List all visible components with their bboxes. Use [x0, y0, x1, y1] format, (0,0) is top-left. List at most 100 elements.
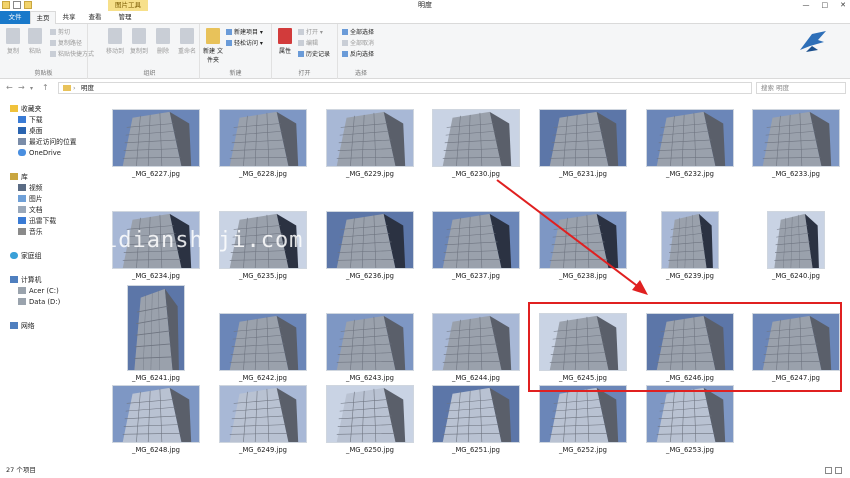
up-icon[interactable]: ↑ — [42, 83, 49, 92]
delete-button[interactable]: 删除 — [152, 28, 174, 55]
nav-thunder-downloads[interactable]: 迅雷下载 — [18, 216, 56, 226]
file-item[interactable]: _MG_6248.jpg — [106, 385, 206, 460]
image-thumbnail — [646, 385, 734, 443]
file-item[interactable]: _MG_6243.jpg — [320, 286, 420, 388]
select-all-icon — [342, 29, 348, 35]
nav-computer[interactable]: 计算机 — [10, 275, 41, 285]
easy-access-button[interactable]: 轻松访问 ▾ — [226, 39, 263, 48]
properties-button[interactable]: 属性 — [274, 28, 296, 55]
music-icon — [18, 228, 26, 235]
invert-selection-button[interactable]: 反向选择 — [342, 50, 374, 59]
move-to-button[interactable]: 移动到 — [104, 28, 126, 55]
image-thumbnail — [127, 285, 185, 371]
forward-icon[interactable]: → — [18, 83, 25, 92]
nav-desktop[interactable]: 桌面 — [18, 126, 43, 136]
image-thumbnail — [432, 211, 520, 269]
file-item[interactable]: _MG_6227.jpg — [106, 98, 206, 184]
nav-videos[interactable]: 视频 — [18, 183, 43, 193]
select-all-button[interactable]: 全部选择 — [342, 28, 374, 37]
image-thumbnail — [432, 313, 520, 371]
new-group: 新建 文件夹 新建项目 ▾ 轻松访问 ▾ 新建 — [200, 24, 272, 79]
recent-places-icon — [18, 138, 26, 145]
image-thumbnail — [646, 109, 734, 167]
picture-tools-tab[interactable]: 图片工具 — [108, 0, 148, 11]
file-item[interactable]: _MG_6229.jpg — [320, 98, 420, 184]
minimize-icon[interactable]: — — [803, 0, 810, 10]
recent-dropdown-icon[interactable]: ▾ — [30, 85, 33, 92]
file-item[interactable]: _MG_6238.jpg — [533, 184, 633, 286]
nav-homegroup[interactable]: 家庭组 — [10, 251, 41, 261]
file-name: _MG_6231.jpg — [559, 170, 607, 178]
back-icon[interactable]: ← — [6, 83, 13, 92]
file-item[interactable]: _MG_6240.jpg — [746, 184, 846, 286]
file-item[interactable]: _MG_6237.jpg — [426, 184, 526, 286]
nav-drive-d[interactable]: Data (D:) — [18, 297, 60, 307]
select-none-icon — [342, 40, 348, 46]
open-icon — [298, 29, 304, 35]
large-icons-view-icon[interactable] — [835, 467, 842, 474]
file-item[interactable]: _MG_6253.jpg — [640, 385, 740, 460]
status-bar: 27 个项目 — [0, 463, 850, 478]
file-item[interactable]: _MG_6239.jpg — [640, 184, 740, 286]
move-icon — [108, 28, 122, 44]
history-button[interactable]: 历史记录 — [298, 50, 330, 59]
file-item[interactable]: _MG_6242.jpg — [213, 286, 313, 388]
edit-button[interactable]: 编辑 — [298, 39, 318, 48]
copy-to-button[interactable]: 复制到 — [128, 28, 150, 55]
paste-shortcut-button[interactable]: 粘贴快捷方式 — [50, 50, 94, 59]
tab-file[interactable]: 文件 — [0, 11, 30, 24]
nav-downloads[interactable]: 下载 — [18, 115, 43, 125]
copy-path-button[interactable]: 复制路径 — [50, 39, 82, 48]
new-folder-button[interactable]: 新建 文件夹 — [202, 28, 224, 64]
image-thumbnail — [752, 109, 840, 167]
nav-drive-c[interactable]: Acer (C:) — [18, 286, 59, 296]
file-item[interactable]: _MG_6236.jpg — [320, 184, 420, 286]
new-item-button[interactable]: 新建项目 ▾ — [226, 28, 263, 37]
file-item[interactable]: _MG_6251.jpg — [426, 385, 526, 460]
file-item[interactable]: _MG_6228.jpg — [213, 98, 313, 184]
image-thumbnail — [432, 385, 520, 443]
file-item[interactable]: _MG_6241.jpg — [106, 285, 206, 388]
image-thumbnail — [767, 211, 825, 269]
paste-button[interactable]: 粘贴 — [24, 28, 46, 55]
file-item[interactable]: _MG_6250.jpg — [320, 385, 420, 460]
file-item[interactable]: _MG_6252.jpg — [533, 385, 633, 460]
tab-home[interactable]: 主页 — [30, 11, 56, 24]
tab-share[interactable]: 共享 — [58, 11, 80, 24]
open-button[interactable]: 打开 ▾ — [298, 28, 323, 37]
nav-favorites[interactable]: 收藏夹 — [10, 104, 41, 114]
folder-icon — [63, 85, 71, 91]
file-item[interactable]: _MG_6249.jpg — [213, 385, 313, 460]
tab-manage[interactable]: 管理 — [112, 11, 138, 24]
nav-recent[interactable]: 最近访问的位置 — [18, 137, 77, 147]
maximize-icon[interactable]: □ — [822, 0, 829, 10]
nav-network[interactable]: 网络 — [10, 321, 35, 331]
search-input[interactable]: 搜索 明度 — [756, 82, 846, 94]
tab-view[interactable]: 查看 — [84, 11, 106, 24]
file-name: _MG_6229.jpg — [346, 170, 394, 178]
details-view-icon[interactable] — [825, 467, 832, 474]
address-bar[interactable]: › 明度 — [58, 82, 752, 94]
copy-icon — [6, 28, 20, 44]
file-item[interactable]: _MG_6244.jpg — [426, 286, 526, 388]
nav-documents[interactable]: 文档 — [18, 205, 43, 215]
cut-button[interactable]: 剪切 — [50, 28, 70, 37]
file-item[interactable]: _MG_6233.jpg — [746, 98, 846, 184]
nav-pictures[interactable]: 图片 — [18, 194, 43, 204]
image-thumbnail — [539, 211, 627, 269]
select-none-button[interactable]: 全部取消 — [342, 39, 374, 48]
file-item[interactable]: _MG_6230.jpg — [426, 98, 526, 184]
desktop-icon — [18, 127, 26, 134]
nav-libraries[interactable]: 库 — [10, 172, 28, 182]
file-name: _MG_6241.jpg — [132, 374, 180, 382]
file-name: _MG_6234.jpg — [132, 272, 180, 280]
file-name: _MG_6238.jpg — [559, 272, 607, 280]
rename-button[interactable]: 重命名 — [176, 28, 198, 55]
file-item[interactable]: _MG_6231.jpg — [533, 98, 633, 184]
copy-button[interactable]: 复制 — [2, 28, 24, 55]
nav-onedrive[interactable]: OneDrive — [18, 148, 61, 158]
close-icon[interactable]: ✕ — [840, 0, 846, 10]
nav-music[interactable]: 音乐 — [18, 227, 43, 237]
file-item[interactable]: _MG_6232.jpg — [640, 98, 740, 184]
open-group: 属性 打开 ▾ 编辑 历史记录 打开 — [272, 24, 338, 79]
